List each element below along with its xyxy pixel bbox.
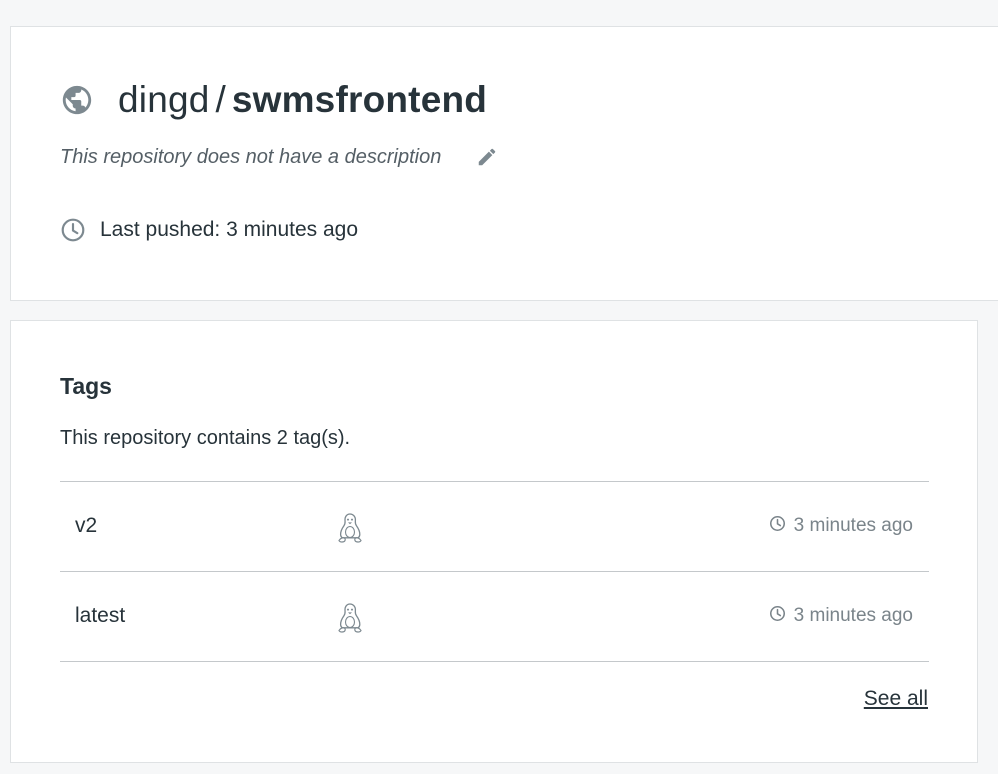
repository-description: This repository does not have a descript…	[60, 145, 442, 168]
globe-icon	[60, 83, 94, 117]
tags-count-text: This repository contains 2 tag(s).	[60, 427, 351, 449]
tag-pushed-time: 3 minutes ago	[769, 605, 913, 627]
tag-pushed-time: 3 minutes ago	[769, 515, 913, 537]
clock-icon	[60, 217, 86, 243]
tags-heading: Tags	[60, 373, 112, 399]
see-all-link[interactable]: See all	[864, 687, 928, 711]
description-row: This repository does not have a descript…	[60, 145, 499, 169]
linux-tux-icon	[336, 512, 364, 544]
tag-name[interactable]: latest	[75, 604, 125, 628]
last-pushed-text: Last pushed: 3 minutes ago	[100, 218, 359, 241]
table-row[interactable]: v2 3 minutes ago	[60, 482, 929, 572]
tags-card: Tags This repository contains 2 tag(s). …	[10, 320, 978, 763]
tag-name[interactable]: v2	[75, 514, 97, 538]
tag-time-text: 3 minutes ago	[793, 515, 913, 536]
repository-header-card: dingd / swmsfrontend This repository doe…	[10, 26, 998, 301]
repository-namespace[interactable]: dingd	[118, 79, 210, 121]
last-pushed-row: Last pushed: 3 minutes ago	[60, 217, 358, 243]
clock-icon	[769, 605, 786, 622]
clock-icon	[769, 515, 786, 532]
title-separator: /	[215, 79, 226, 120]
table-row[interactable]: latest 3 minutes ago	[60, 572, 929, 662]
tags-table: v2 3 minutes ago latest 3 minutes ago	[60, 481, 929, 662]
repository-title: dingd / swmsfrontend	[60, 79, 487, 121]
linux-tux-icon	[336, 602, 364, 634]
tag-time-text: 3 minutes ago	[793, 605, 913, 626]
repository-name: swmsfrontend	[231, 79, 488, 120]
pencil-icon[interactable]	[475, 145, 499, 169]
